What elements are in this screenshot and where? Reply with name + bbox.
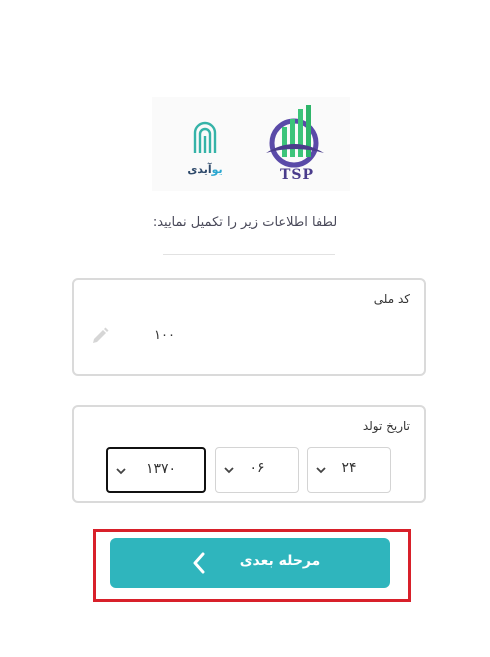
logos-panel: یوآیدی TSP [152,97,350,191]
tsp-logo: TSP [264,105,330,187]
birth-date-label: تاریخ تولد [362,419,410,433]
birth-month-value: ۰۶ [249,460,265,476]
birth-day-value: ۲۴ [341,460,357,476]
tsp-emblem-icon [266,105,324,168]
uid-logo: یوآیدی [180,119,230,181]
national-id-label: کد ملی [373,292,410,306]
divider [163,254,335,255]
uid-logo-text-part1: یو [211,163,223,176]
pencil-icon[interactable] [90,326,110,346]
tsp-logo-text: TSP [279,167,315,183]
birth-year-select[interactable]: ۱۳۷۰ [106,447,206,493]
uid-logo-text: یوآیدی [180,163,230,176]
national-id-input[interactable]: ۱۰۰ [154,328,175,343]
instruction-text: لطفا اطلاعات زیر را تکمیل نمایید: [152,215,338,230]
birth-day-select[interactable]: ۲۴ [307,447,391,493]
fingerprint-icon [193,121,217,153]
next-step-button[interactable]: مرحله بعدی [110,538,390,588]
national-id-card: کد ملی ۱۰۰ [72,278,426,376]
uid-logo-text-part2: آیدی [187,163,212,176]
next-step-label: مرحله بعدی [239,553,321,569]
birth-month-select[interactable]: ۰۶ [215,447,299,493]
birth-year-value: ۱۳۷۰ [145,461,177,477]
birth-date-card: تاریخ تولد ۱۳۷۰ ۰۶ ۲۴ [72,405,426,503]
